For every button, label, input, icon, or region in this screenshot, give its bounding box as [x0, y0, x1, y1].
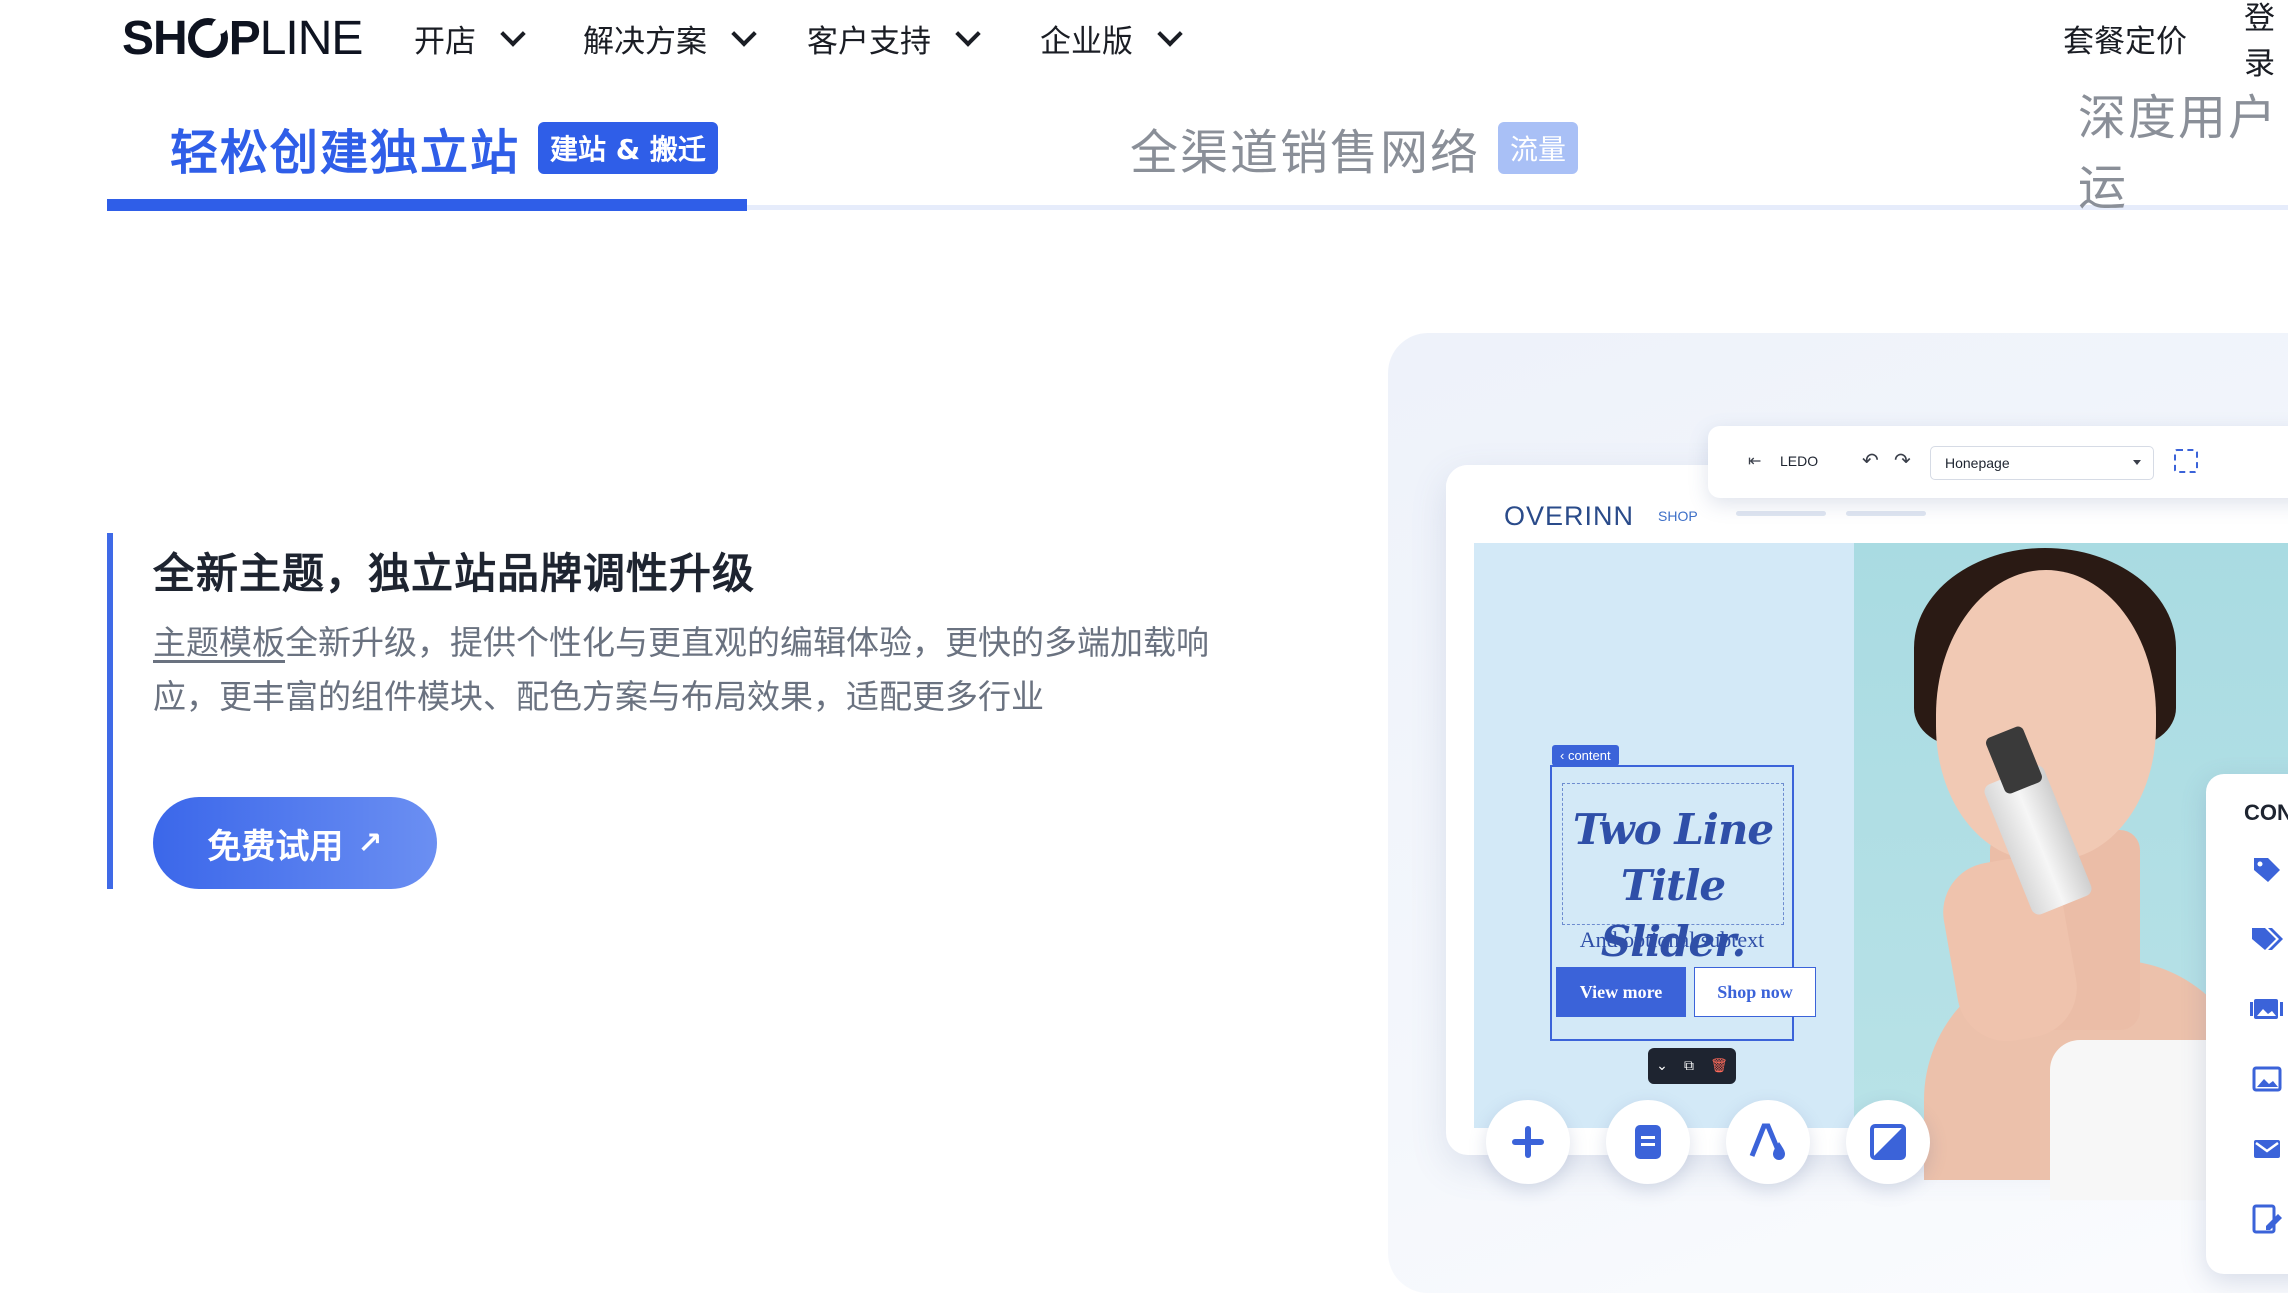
logo-part-sh: SH: [122, 11, 188, 65]
content-breadcrumb: ‹ content: [1552, 745, 1619, 766]
gallery-icon[interactable]: [2250, 994, 2284, 1024]
view-more-button[interactable]: View more: [1556, 967, 1686, 1017]
font-color-icon: [1749, 1123, 1785, 1160]
component-panel: CON: [2206, 774, 2288, 1274]
editor-toolbar: ⇤ LEDO ↶ ↷ Honepage: [1708, 426, 2288, 498]
block-mini-toolbar: ⌄ ⧉ 🗑: [1648, 1048, 1736, 1084]
tab-title: 轻松创建独立站: [170, 125, 521, 181]
nav-enterprise[interactable]: 企业版: [1040, 14, 1183, 62]
nav-open-store[interactable]: 开店: [414, 14, 526, 62]
nav-solutions[interactable]: 解决方案: [583, 14, 757, 62]
arrow-up-right-icon: ↗: [357, 825, 383, 861]
feature-description: 主题模板全新升级，提供个性化与更直观的编辑体验，更快的多端加载响 应，更丰富的组…: [153, 616, 1333, 724]
caret-down-icon: [2133, 460, 2141, 465]
nav-support[interactable]: 客户支持: [807, 14, 981, 62]
chevron-down-icon: [955, 21, 981, 47]
exit-editor-icon[interactable]: ⇤: [1748, 451, 1761, 471]
edit-note-icon[interactable]: [2250, 1204, 2284, 1234]
tab-badge: 流量: [1498, 122, 1579, 174]
feature-accent-line: [107, 533, 113, 889]
nav-label: 开店: [414, 23, 476, 60]
nav-pricing-link[interactable]: 套餐定价: [2063, 14, 2187, 62]
undo-icon[interactable]: ↶: [1862, 448, 1879, 473]
preview-shop-link: SHOP: [1658, 508, 1698, 524]
logo-o-mark: [187, 18, 228, 58]
add-section-button[interactable]: [1486, 1100, 1570, 1184]
tab-user-ops[interactable]: 深度用户运: [2078, 90, 2288, 216]
theme-template-link[interactable]: 主题模板: [153, 623, 285, 662]
shopline-logo[interactable]: SH P LINE: [122, 8, 364, 68]
cta-label: 免费试用: [207, 826, 344, 867]
page-select-value: Honepage: [1945, 455, 2010, 471]
tab-badge: 建站 & 搬迁: [538, 122, 718, 174]
free-trial-button[interactable]: 免费试用 ↗: [153, 797, 437, 889]
desc-line2: 应，更丰富的组件模块、配色方案与布局效果，适配更多行业: [153, 677, 1044, 716]
logo-part-p: P: [228, 11, 261, 65]
logo-part-line: LINE: [259, 11, 364, 65]
preview-nav-placeholder: [1846, 511, 1926, 516]
slider-selection-box: Two Line Title Slider. And optional subt…: [1550, 765, 1816, 1041]
shop-now-button[interactable]: Shop now: [1694, 967, 1816, 1017]
document-icon: [1635, 1125, 1661, 1159]
tab-title: 全渠道销售网络: [1130, 125, 1481, 181]
image-icon[interactable]: [2250, 1064, 2284, 1094]
slider-subtext: And optional subtext: [1579, 927, 1765, 952]
chevron-down-icon: [500, 21, 526, 47]
chevron-down-icon: [731, 21, 757, 47]
duplicate-icon[interactable]: ⧉: [1684, 1058, 1694, 1074]
desc-line1: 全新升级，提供个性化与更直观的编辑体验，更快的多端加载响: [285, 623, 1209, 662]
component-panel-title: CON: [2244, 800, 2288, 825]
pages-button[interactable]: [1606, 1100, 1690, 1184]
chevron-down-icon: [1157, 21, 1183, 47]
tags-icon[interactable]: [2250, 924, 2284, 954]
plus-icon: [1512, 1126, 1544, 1158]
nav-label: 解决方案: [583, 23, 707, 60]
tab-create-store[interactable]: 轻松创建独立站 建站 & 搬迁: [170, 113, 718, 183]
nav-login-link[interactable]: 登录: [2244, 1, 2288, 82]
preview-brand: OVERINN: [1504, 501, 1635, 531]
feature-title: 全新主题，独立站品牌调性升级: [153, 549, 756, 598]
nav-label: 企业版: [1040, 23, 1133, 60]
slider-title-line1: Two Line: [1572, 805, 1774, 854]
redo-icon[interactable]: ↷: [1894, 448, 1911, 473]
page-select[interactable]: Honepage: [1930, 446, 2154, 480]
tab-omnichannel[interactable]: 全渠道销售网络 流量: [1130, 113, 1579, 183]
typography-button[interactable]: [1726, 1100, 1810, 1184]
tab-active-indicator: [107, 199, 747, 211]
mail-icon[interactable]: [2250, 1134, 2284, 1164]
preview-nav-placeholder: [1736, 511, 1826, 516]
delete-icon[interactable]: 🗑: [1710, 1058, 1728, 1074]
contrast-square-icon: [1870, 1124, 1906, 1160]
tag-icon[interactable]: [2250, 854, 2284, 884]
inspect-select-icon[interactable]: [2174, 449, 2198, 473]
tab-title: 深度用户运: [2078, 90, 2279, 216]
slider-title-frame: Two Line Title Slider.: [1562, 783, 1784, 966]
collapse-icon[interactable]: ⌄: [1656, 1058, 1668, 1074]
preview-hero-left: ‹ content Two Line Title Slider. And opt…: [1474, 543, 1854, 1128]
nav-label: 客户支持: [807, 23, 931, 60]
theme-style-button[interactable]: [1846, 1100, 1930, 1184]
editor-app-name: LEDO: [1780, 453, 1819, 469]
